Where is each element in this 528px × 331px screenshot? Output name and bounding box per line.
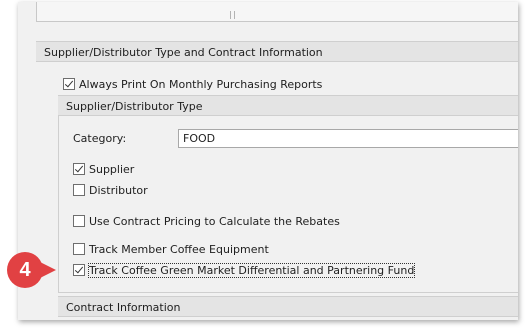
- category-row: Category:: [73, 129, 126, 147]
- group-title: Supplier/Distributor Type: [66, 100, 203, 113]
- section-header-supplier-type[interactable]: Supplier/Distributor Type: [58, 95, 518, 116]
- always-print-checkbox-row[interactable]: Always Print On Monthly Purchasing Repor…: [63, 75, 322, 93]
- category-field[interactable]: FOOD: [178, 129, 518, 148]
- track-equipment-checkbox-row[interactable]: Track Member Coffee Equipment: [73, 240, 269, 258]
- distributor-checkbox[interactable]: [73, 184, 85, 196]
- supplier-checkbox-row[interactable]: Supplier: [73, 160, 134, 178]
- step-callout-arrow: [40, 262, 56, 278]
- contract-pricing-checkbox-row[interactable]: Use Contract Pricing to Calculate the Re…: [73, 212, 340, 230]
- step-callout-badge: 4: [7, 252, 43, 288]
- track-green-checkbox[interactable]: [73, 264, 85, 276]
- screenshot-card: Supplier/Distributor Type and Contract I…: [18, 2, 518, 320]
- group-title: Contract Information: [66, 301, 181, 314]
- supplier-label: Supplier: [89, 162, 135, 176]
- distributor-label: Distributor: [89, 183, 148, 197]
- track-equipment-label: Track Member Coffee Equipment: [89, 242, 269, 256]
- category-value: FOOD: [183, 132, 216, 145]
- always-print-checkbox[interactable]: [63, 78, 75, 90]
- section-header-supplier-contract[interactable]: Supplier/Distributor Type and Contract I…: [36, 41, 518, 62]
- divider-tick: [230, 11, 231, 19]
- section-header-contract-info[interactable]: Contract Information: [58, 296, 518, 317]
- track-equipment-checkbox[interactable]: [73, 243, 85, 255]
- contract-pricing-checkbox[interactable]: [73, 215, 85, 227]
- section-title: Supplier/Distributor Type and Contract I…: [44, 46, 323, 59]
- contract-pricing-label: Use Contract Pricing to Calculate the Re…: [89, 214, 340, 228]
- always-print-label: Always Print On Monthly Purchasing Repor…: [79, 77, 323, 91]
- divider-tick: [234, 11, 235, 19]
- track-green-checkbox-row[interactable]: Track Coffee Green Market Differential a…: [73, 261, 416, 279]
- distributor-checkbox-row[interactable]: Distributor: [73, 181, 148, 199]
- track-green-label: Track Coffee Green Market Differential a…: [87, 262, 416, 278]
- top-panel: [36, 2, 518, 22]
- category-label: Category:: [73, 131, 127, 145]
- supplier-checkbox[interactable]: [73, 163, 85, 175]
